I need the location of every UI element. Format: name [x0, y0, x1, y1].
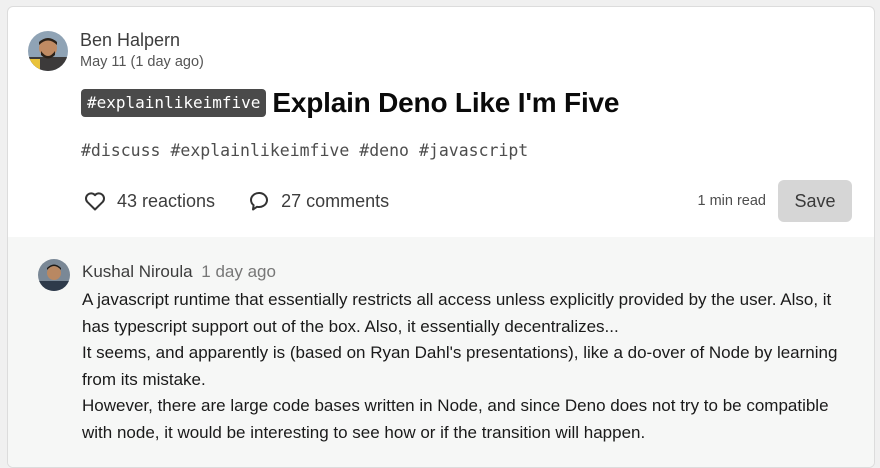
reactions-count: 43 reactions	[117, 190, 216, 211]
comments-count: 27 comments	[281, 190, 390, 211]
author-meta: Ben Halpern May 11 (1 day ago)	[80, 29, 204, 72]
comment-author-name[interactable]: Kushal Niroula	[82, 262, 193, 281]
post-date[interactable]: May 11 (1 day ago)	[80, 52, 204, 72]
comment-date[interactable]: 1 day ago	[201, 262, 276, 281]
tag-link[interactable]: #discuss	[81, 141, 160, 160]
author-name[interactable]: Ben Halpern	[80, 29, 204, 51]
tag-list: #discuss #explainlikeimfive #deno #javas…	[81, 141, 528, 160]
comment-paragraph: A javascript runtime that essentially re…	[82, 290, 832, 336]
comment-header: Kushal Niroula 1 day ago	[82, 261, 276, 283]
comment-paragraph: It seems, and apparently is (based on Ry…	[82, 343, 838, 389]
comment-paragraph: However, there are large code bases writ…	[82, 396, 829, 442]
post-author-row: Ben Halpern May 11 (1 day ago)	[28, 29, 204, 72]
author-avatar[interactable]	[28, 30, 68, 71]
comment-bubble-icon	[250, 192, 269, 211]
post-card: Ben Halpern May 11 (1 day ago) #explainl…	[7, 6, 875, 468]
comments-button[interactable]: 27 comments	[247, 189, 389, 213]
tag-link[interactable]: #explainlikeimfive	[170, 141, 349, 160]
title-tag-pill[interactable]: #explainlikeimfive	[81, 89, 267, 117]
read-time: 1 min read	[697, 193, 766, 209]
reactions-button[interactable]: 43 reactions	[83, 189, 215, 213]
comment-preview-area: Kushal Niroula 1 day ago A javascript ru…	[8, 237, 874, 467]
post-actions: 43 reactions 27 comments 1 min read Save	[83, 179, 852, 223]
tag-link[interactable]: #javascript	[419, 141, 528, 160]
title-row: #explainlikeimfive Explain Deno Like I'm…	[81, 87, 619, 119]
comment-author-avatar[interactable]	[38, 259, 70, 291]
tag-link[interactable]: #deno	[359, 141, 409, 160]
comment-body[interactable]: A javascript runtime that essentially re…	[82, 287, 862, 446]
heart-icon	[85, 192, 105, 211]
post-title[interactable]: Explain Deno Like I'm Five	[272, 87, 619, 119]
save-button[interactable]: Save	[778, 180, 852, 222]
